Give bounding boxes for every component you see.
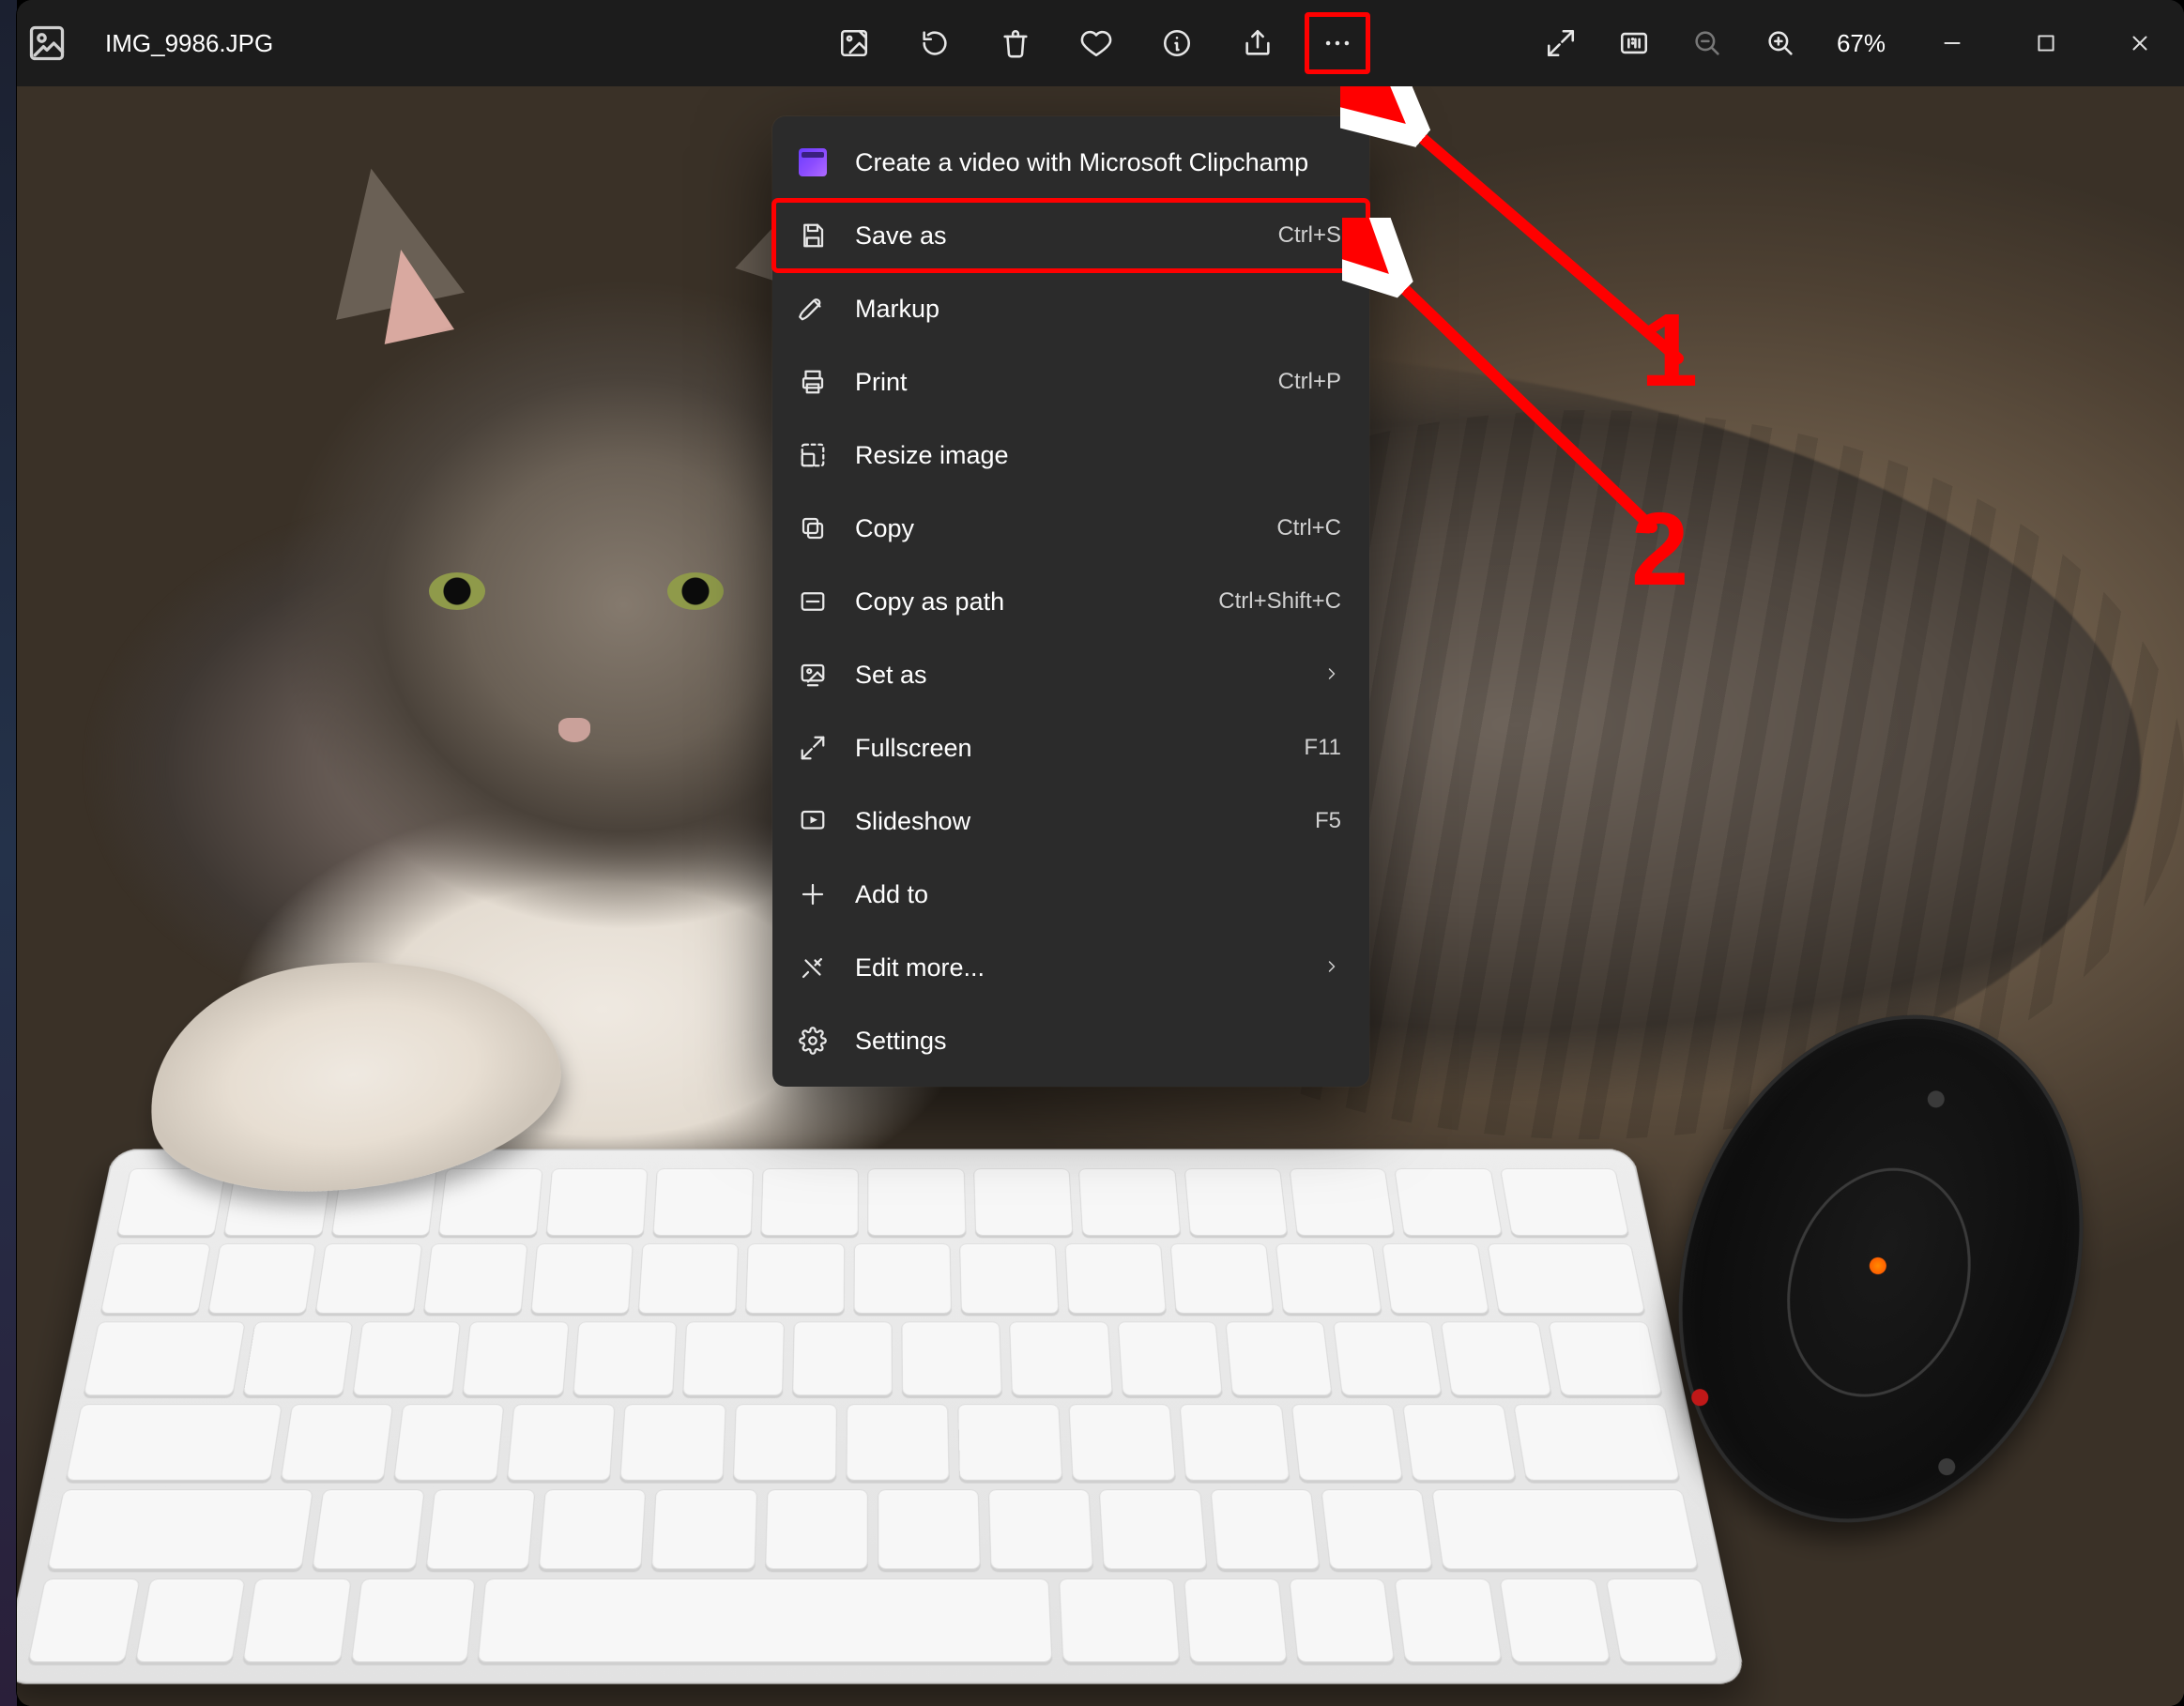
menu-item-shortcut: F11 xyxy=(1304,735,1341,761)
window-minimize-button[interactable] xyxy=(1919,17,1985,69)
edit-more-icon xyxy=(797,952,829,983)
copy-icon xyxy=(797,512,829,544)
window-close-button[interactable] xyxy=(2107,17,2173,69)
menu-item-save-as[interactable]: Save as Ctrl+S xyxy=(772,199,1369,272)
menu-item-label: Settings xyxy=(855,1027,1341,1056)
info-button[interactable] xyxy=(1154,21,1199,66)
menu-item-label: Create a video with Microsoft Clipchamp xyxy=(855,148,1341,177)
menu-item-label: Add to xyxy=(855,880,1341,909)
menu-item-shortcut: Ctrl+Shift+C xyxy=(1218,588,1341,615)
zoom-out-button[interactable] xyxy=(1685,21,1730,66)
menu-item-print[interactable]: Print Ctrl+P xyxy=(772,345,1369,419)
menu-item-clipchamp[interactable]: Create a video with Microsoft Clipchamp xyxy=(772,126,1369,199)
filename-label: IMG_9986.JPG xyxy=(105,29,273,58)
favorite-button[interactable] xyxy=(1074,21,1119,66)
menu-item-settings[interactable]: Settings xyxy=(772,1004,1369,1077)
image-viewport[interactable]: Create a video with Microsoft Clipchamp … xyxy=(17,86,2184,1706)
slideshow-icon xyxy=(797,805,829,837)
clipchamp-icon xyxy=(797,146,829,178)
menu-item-resize[interactable]: Resize image xyxy=(772,419,1369,492)
menu-item-label: Markup xyxy=(855,295,1341,324)
edit-image-button[interactable] xyxy=(832,21,877,66)
menu-item-slideshow[interactable]: Slideshow F5 xyxy=(772,784,1369,858)
menu-item-label: Fullscreen xyxy=(855,734,1277,763)
titlebar: IMG_9986.JPG xyxy=(17,0,2184,86)
menu-item-label: Resize image xyxy=(855,441,1341,470)
menu-item-fullscreen[interactable]: Fullscreen F11 xyxy=(772,711,1369,784)
resize-icon xyxy=(797,439,829,471)
menu-item-shortcut: F5 xyxy=(1315,808,1341,834)
menu-item-label: Print xyxy=(855,368,1252,397)
settings-icon xyxy=(797,1025,829,1057)
menu-item-copy[interactable]: Copy Ctrl+C xyxy=(772,492,1369,565)
actual-size-button[interactable] xyxy=(1611,21,1657,66)
more-options-button[interactable] xyxy=(1315,21,1360,66)
chevron-right-icon xyxy=(1322,661,1341,690)
menu-item-edit-more[interactable]: Edit more... xyxy=(772,931,1369,1004)
menu-item-label: Save as xyxy=(855,221,1252,251)
menu-item-set-as[interactable]: Set as xyxy=(772,638,1369,711)
more-options-menu: Create a video with Microsoft Clipchamp … xyxy=(772,116,1369,1087)
menu-item-add-to[interactable]: Add to xyxy=(772,858,1369,931)
right-toolbar: 67% xyxy=(1538,0,2173,86)
menu-item-shortcut: Ctrl+S xyxy=(1278,222,1341,249)
app-icon xyxy=(26,23,68,64)
chevron-right-icon xyxy=(1322,953,1341,982)
menu-item-label: Edit more... xyxy=(855,953,1296,982)
plus-icon xyxy=(797,878,829,910)
photos-app-window: IMG_9986.JPG xyxy=(17,0,2184,1706)
fullscreen-icon xyxy=(797,732,829,764)
desktop-sliver xyxy=(0,0,17,1706)
set-as-icon xyxy=(797,659,829,691)
menu-item-shortcut: Ctrl+C xyxy=(1276,515,1341,541)
menu-item-copy-as-path[interactable]: Copy as path Ctrl+Shift+C xyxy=(772,565,1369,638)
menu-item-shortcut: Ctrl+P xyxy=(1278,369,1341,395)
print-icon xyxy=(797,366,829,398)
share-button[interactable] xyxy=(1235,21,1280,66)
keyboard-prop xyxy=(17,1150,1747,1684)
zoom-in-button[interactable] xyxy=(1758,21,1803,66)
menu-item-markup[interactable]: Markup xyxy=(772,272,1369,345)
zoom-level-label[interactable]: 67% xyxy=(1837,29,1886,58)
copy-path-icon xyxy=(797,586,829,617)
fullscreen-toggle-button[interactable] xyxy=(1538,21,1583,66)
menu-item-label: Copy as path xyxy=(855,587,1192,617)
annotation-box-more xyxy=(1305,12,1370,74)
markup-icon xyxy=(797,293,829,325)
window-maximize-button[interactable] xyxy=(2013,17,2079,69)
center-toolbar xyxy=(832,0,1370,86)
menu-item-label: Slideshow xyxy=(855,807,1289,836)
save-icon xyxy=(797,220,829,251)
menu-item-label: Copy xyxy=(855,514,1250,543)
rotate-button[interactable] xyxy=(912,21,957,66)
delete-button[interactable] xyxy=(993,21,1038,66)
menu-item-label: Set as xyxy=(855,661,1296,690)
